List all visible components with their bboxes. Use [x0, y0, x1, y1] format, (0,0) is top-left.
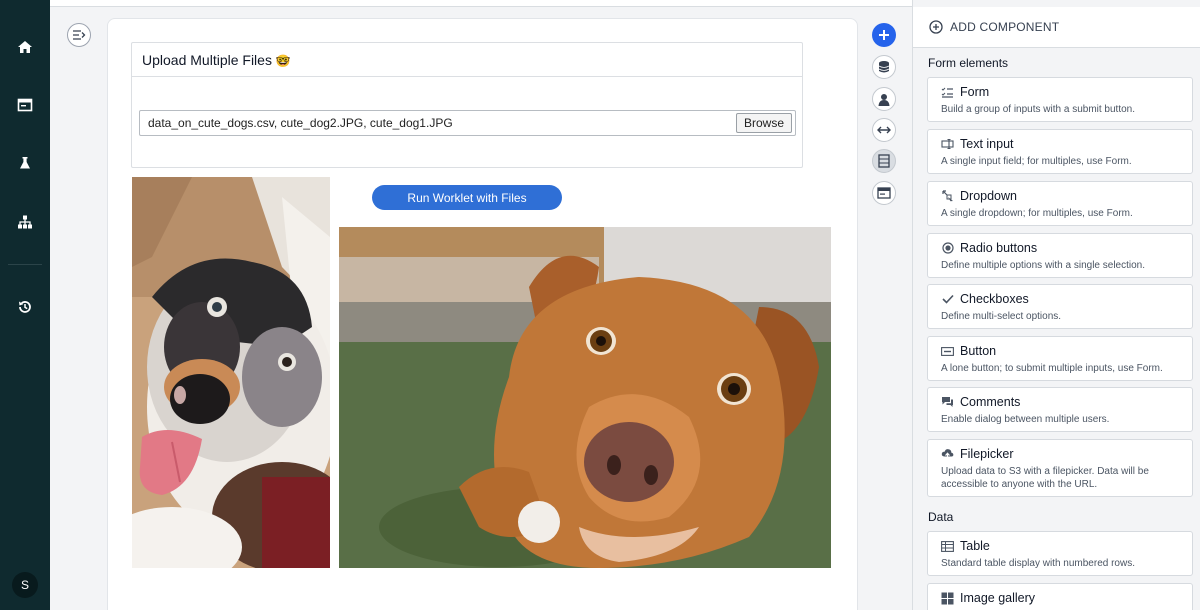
file-input-value: data_on_cute_dogs.csv, cute_dog2.JPG, cu…	[148, 116, 453, 130]
section-title-data: Data	[928, 510, 954, 524]
component-name: Table	[960, 539, 990, 553]
component-desc: Standard table display with numbered row…	[941, 558, 1135, 569]
component-table[interactable]: Table Standard table display with number…	[927, 531, 1193, 576]
component-checkboxes[interactable]: Checkboxes Define multi-select options.	[927, 284, 1193, 329]
sitemap-icon[interactable]	[13, 210, 37, 234]
form-icon	[941, 86, 954, 99]
file-input[interactable]: data_on_cute_dogs.csv, cute_dog2.JPG, cu…	[139, 110, 796, 136]
comments-icon	[941, 396, 954, 409]
component-dropdown[interactable]: Dropdown A single dropdown; for multiple…	[927, 181, 1193, 226]
add-component-title: ADD COMPONENT	[950, 20, 1060, 34]
left-nav: S	[0, 0, 50, 610]
dropdown-icon	[941, 190, 954, 203]
layout-icon[interactable]	[872, 149, 896, 173]
component-name: Dropdown	[960, 189, 1017, 203]
nerd-emoji-icon: 🤓	[275, 54, 291, 68]
component-name: Image gallery	[960, 591, 1036, 605]
component-name: Checkboxes	[960, 292, 1029, 306]
upload-title: Upload Multiple Files 🤓	[132, 43, 802, 77]
check-icon	[941, 293, 954, 306]
browser-icon[interactable]	[13, 93, 37, 117]
component-filepicker[interactable]: Filepicker Upload data to S3 with a file…	[927, 439, 1193, 497]
component-desc: Define multiple options with a single se…	[941, 260, 1145, 271]
component-desc: Define multi-select options.	[941, 311, 1062, 322]
dog-image-2	[339, 227, 831, 568]
collapse-icon	[73, 30, 86, 40]
user-icon[interactable]	[872, 87, 896, 111]
upload-title-text: Upload Multiple Files	[142, 52, 272, 68]
component-desc: A lone button; to submit multiple inputs…	[941, 363, 1163, 374]
database-icon[interactable]	[872, 55, 896, 79]
component-comments[interactable]: Comments Enable dialog between multiple …	[927, 387, 1193, 432]
add-component-header[interactable]: ADD COMPONENT	[913, 7, 1200, 48]
browser-window-icon[interactable]	[872, 181, 896, 205]
plus-circle-icon	[929, 20, 943, 34]
component-form[interactable]: Form Build a group of inputs with a subm…	[927, 77, 1193, 122]
component-text-input[interactable]: Text input A single input field; for mul…	[927, 129, 1193, 174]
component-desc: A single input field; for multiples, use…	[941, 156, 1132, 167]
component-name: Text input	[960, 137, 1014, 151]
add-icon[interactable]	[872, 23, 896, 47]
component-desc: Enable dialog between multiple users.	[941, 414, 1110, 425]
browse-button[interactable]: Browse	[736, 113, 792, 133]
section-title-form-elements: Form elements	[928, 56, 1009, 70]
component-name: Comments	[960, 395, 1021, 409]
component-name: Form	[960, 85, 990, 99]
gallery-icon	[941, 592, 954, 605]
component-name: Button	[960, 344, 997, 358]
button-icon	[941, 345, 954, 358]
upload-card: Upload Multiple Files 🤓 data_on_cute_dog…	[131, 42, 803, 168]
avatar[interactable]: S	[12, 572, 38, 598]
history-icon[interactable]	[13, 295, 37, 319]
home-icon[interactable]	[13, 35, 37, 59]
component-radio-buttons[interactable]: Radio buttons Define multiple options wi…	[927, 233, 1193, 278]
collapse-panel-button[interactable]	[67, 23, 91, 47]
upload-icon	[941, 448, 954, 461]
run-worklet-button[interactable]: Run Worklet with Files	[372, 185, 562, 210]
component-name: Radio buttons	[960, 241, 1038, 255]
component-image-gallery[interactable]: Image gallery	[927, 583, 1193, 610]
component-desc: Build a group of inputs with a submit bu…	[941, 104, 1136, 115]
flask-icon[interactable]	[13, 151, 37, 175]
component-button[interactable]: Button A lone button; to submit multiple…	[927, 336, 1193, 381]
text-input-icon	[941, 138, 954, 151]
dog-image-1	[132, 177, 330, 568]
add-component-panel: ADD COMPONENT Form elements Form Build a…	[912, 0, 1200, 610]
component-name: Filepicker	[960, 447, 1014, 461]
arrows-horizontal-icon[interactable]	[872, 118, 896, 142]
top-bar	[50, 0, 912, 7]
component-desc: Upload data to S3 with a filepicker. Dat…	[941, 466, 1149, 490]
table-icon	[941, 540, 954, 553]
radio-icon	[941, 242, 954, 255]
component-desc: A single dropdown; for multiples, use Fo…	[941, 208, 1133, 219]
nav-divider	[8, 264, 42, 265]
